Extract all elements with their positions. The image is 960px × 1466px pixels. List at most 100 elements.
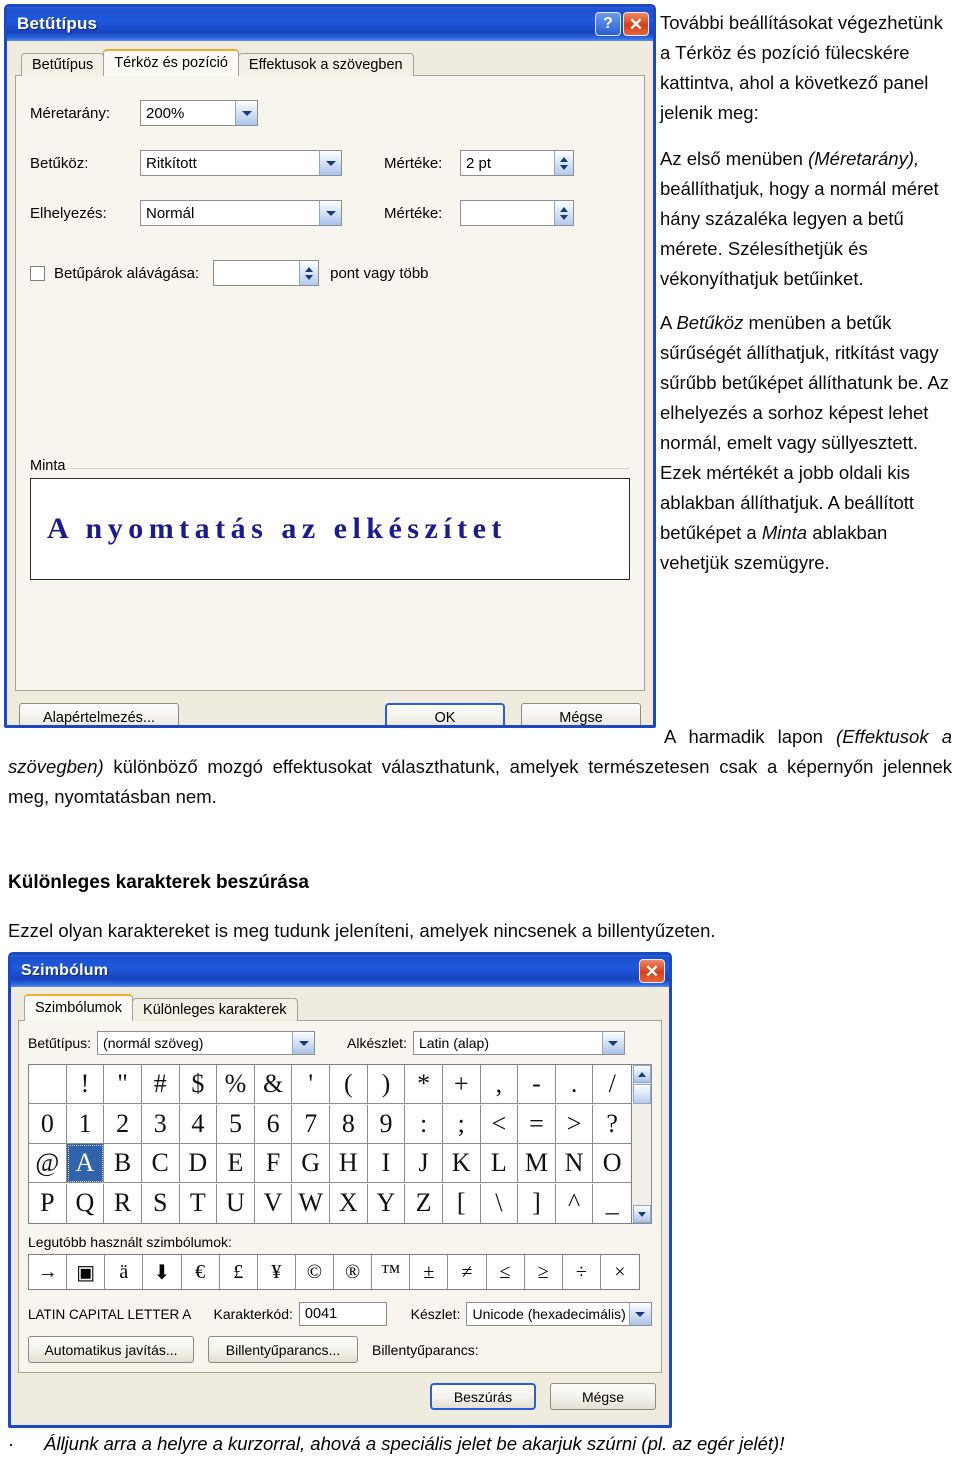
symbol-cell[interactable]: *	[405, 1065, 443, 1104]
recent-symbol-cell[interactable]: ®	[334, 1255, 373, 1289]
symbol-cell[interactable]: "	[104, 1065, 142, 1104]
symbol-cell[interactable]: \	[481, 1183, 519, 1223]
recent-symbol-cell[interactable]: ¥	[258, 1255, 296, 1289]
symbol-cell[interactable]: ]	[518, 1183, 556, 1223]
symbol-grid-scrollbar[interactable]	[632, 1064, 652, 1224]
symbol-cell[interactable]: Y	[368, 1183, 406, 1223]
set-combo[interactable]: Unicode (hexadecimális)	[466, 1302, 652, 1326]
symbol-cell[interactable]: :	[405, 1104, 443, 1144]
symbol-cell[interactable]: %	[217, 1065, 255, 1104]
recent-symbol-cell[interactable]: ä	[105, 1255, 144, 1289]
symbol-cell[interactable]: _	[593, 1184, 631, 1223]
symbol-cell[interactable]: F	[254, 1144, 293, 1183]
scroll-up-icon[interactable]	[632, 1065, 651, 1083]
symbol-cell[interactable]: 7	[292, 1104, 330, 1144]
chevron-down-icon[interactable]	[319, 151, 341, 175]
symbol-cancel-button[interactable]: Mégse	[550, 1383, 656, 1410]
symbol-cell[interactable]: L	[480, 1144, 519, 1183]
symbol-cell[interactable]: Z	[405, 1183, 443, 1223]
spinner-icon[interactable]	[299, 261, 319, 285]
scroll-down-icon[interactable]	[632, 1205, 651, 1223]
symbol-cell[interactable]: ;	[442, 1104, 481, 1144]
kerning-checkbox[interactable]	[30, 265, 45, 281]
symbol-cell[interactable]: G	[292, 1144, 330, 1183]
recent-symbol-cell[interactable]: ⬇	[143, 1255, 182, 1289]
symbol-cell[interactable]: 5	[217, 1104, 255, 1144]
position-amount-stepper[interactable]	[460, 200, 574, 226]
symbol-cell[interactable]: -	[518, 1065, 556, 1104]
symbol-cell[interactable]: $	[179, 1065, 218, 1104]
symbol-cell[interactable]: ?	[593, 1105, 631, 1144]
symbol-cell[interactable]: U	[217, 1183, 255, 1223]
recent-symbol-cell[interactable]: ≤	[487, 1255, 525, 1289]
symbol-cell[interactable]: [	[443, 1183, 481, 1223]
symbol-cell[interactable]: .	[555, 1065, 594, 1104]
tab-szimbolumok[interactable]: Szimbólumok	[24, 994, 134, 1021]
spinner-icon[interactable]	[554, 201, 573, 225]
symbol-cell[interactable]: O	[593, 1144, 631, 1183]
chevron-down-icon[interactable]	[601, 1032, 624, 1054]
symbol-cell[interactable]: S	[142, 1183, 180, 1223]
symbol-cell[interactable]: P	[29, 1183, 67, 1223]
symbol-cell[interactable]: Q	[67, 1183, 105, 1223]
symbol-cell[interactable]: ^	[556, 1183, 594, 1223]
spacing-amount-stepper[interactable]: 2 pt	[460, 150, 574, 176]
symbol-cell[interactable]: =	[518, 1104, 556, 1144]
symbol-cell[interactable]: T	[180, 1183, 218, 1223]
charcode-input[interactable]: 0041	[298, 1302, 387, 1326]
tab-effektusok[interactable]: Effektusok a szövegben	[237, 53, 414, 76]
chevron-down-icon[interactable]	[292, 1032, 315, 1054]
symbol-cell[interactable]: W	[292, 1183, 330, 1223]
symbol-cell[interactable]: )	[367, 1065, 406, 1104]
symbol-cell[interactable]: X	[330, 1183, 368, 1223]
symbol-cell[interactable]: D	[179, 1144, 218, 1183]
recent-symbol-cell[interactable]: ±	[410, 1255, 449, 1289]
symbol-cell[interactable]: E	[217, 1144, 255, 1183]
help-icon[interactable]: ?	[595, 12, 621, 36]
symbol-cell[interactable]: A	[66, 1144, 105, 1183]
symbol-cell[interactable]	[29, 1065, 67, 1104]
chevron-down-icon[interactable]	[628, 1303, 651, 1325]
recent-symbol-cell[interactable]: ÷	[563, 1255, 601, 1289]
symbol-dialog-titlebar[interactable]: Szimbólum ✕	[11, 955, 669, 987]
recent-symbols-grid[interactable]: → ▣ ä ⬇ € £ ¥ © ® ™ ± ≠ ≤ ≥ ÷ ×	[28, 1254, 640, 1290]
recent-symbol-cell[interactable]: €	[182, 1255, 220, 1289]
recent-symbol-cell[interactable]: ▣	[67, 1255, 106, 1289]
symbol-cell[interactable]: 6	[254, 1104, 293, 1144]
symbol-cell[interactable]: V	[255, 1183, 293, 1223]
symbol-cell[interactable]: <	[480, 1104, 519, 1144]
kerning-stepper[interactable]	[213, 260, 320, 286]
symbol-cell[interactable]: H	[330, 1144, 368, 1183]
symbol-cell[interactable]: 8	[330, 1104, 368, 1144]
symbol-cell[interactable]: 1	[66, 1104, 105, 1144]
symbol-cell[interactable]: I	[367, 1144, 406, 1183]
symbol-cell[interactable]: M	[518, 1144, 556, 1183]
symbol-cell[interactable]: 3	[141, 1104, 180, 1144]
symbol-cell[interactable]: /	[593, 1065, 631, 1104]
shortcut-button[interactable]: Billentyűparancs...	[208, 1336, 358, 1363]
close-icon[interactable]: ✕	[639, 959, 665, 983]
chevron-down-icon[interactable]	[319, 201, 341, 225]
scale-combo[interactable]: 200%	[140, 100, 258, 126]
font-dialog-titlebar[interactable]: Betűtípus ? ✕	[7, 7, 653, 41]
insert-button[interactable]: Beszúrás	[430, 1383, 536, 1410]
symbol-cell[interactable]: @	[29, 1144, 67, 1183]
symbol-subset-combo[interactable]: Latin (alap)	[412, 1031, 625, 1055]
symbol-font-combo[interactable]: (normál szöveg)	[97, 1031, 316, 1055]
symbol-cell[interactable]: !	[66, 1065, 105, 1104]
symbol-cell[interactable]: (	[330, 1065, 368, 1104]
chevron-down-icon[interactable]	[235, 101, 257, 125]
close-icon[interactable]: ✕	[623, 12, 649, 36]
tab-kulonleges-karakterek[interactable]: Különleges karakterek	[132, 998, 298, 1021]
tab-terkoz-es-pozicio[interactable]: Térköz és pozíció	[103, 49, 239, 76]
tab-betutipus[interactable]: Betűtípus	[21, 53, 105, 76]
symbol-cell[interactable]: J	[405, 1144, 443, 1183]
symbol-cell[interactable]: '	[292, 1065, 330, 1104]
symbol-cell[interactable]: 9	[367, 1104, 406, 1144]
position-combo[interactable]: Normál	[140, 200, 342, 226]
autocorrect-button[interactable]: Automatikus javítás...	[28, 1336, 194, 1363]
symbol-cell[interactable]: >	[555, 1104, 594, 1144]
symbol-cell[interactable]: 4	[179, 1104, 218, 1144]
recent-symbol-cell[interactable]: ™	[372, 1255, 411, 1289]
spacing-combo[interactable]: Ritkított	[140, 150, 342, 176]
